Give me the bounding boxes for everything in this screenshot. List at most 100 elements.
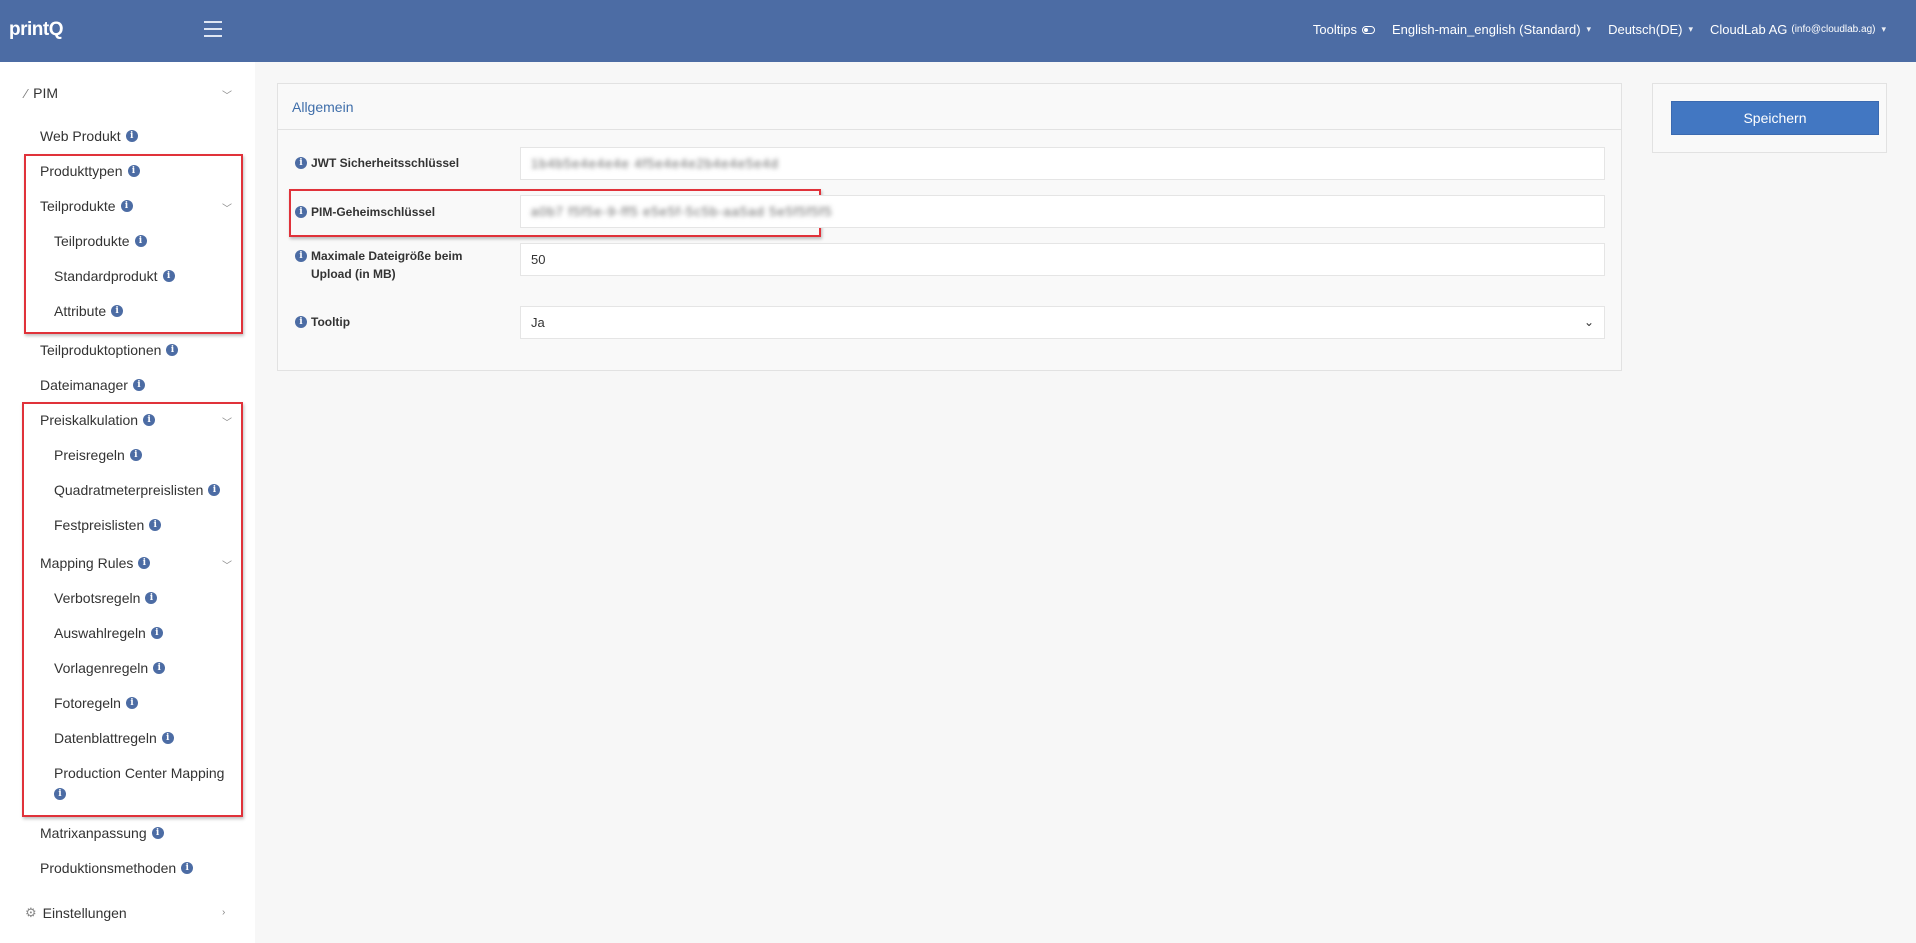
info-icon[interactable]: i [161, 732, 174, 744]
sidebar-item-matrixanpassung[interactable]: Matrixanpassung i [40, 825, 164, 841]
info-icon[interactable]: i [54, 788, 66, 800]
chevron-down-icon[interactable]: ﹀ [222, 557, 232, 572]
sidebar-item-datenblattregeln[interactable]: Datenblattregeln i [54, 730, 174, 746]
caret-down-icon: ▾ [1881, 24, 1886, 34]
sidebar-item-label: Festpreislisten [54, 517, 145, 533]
sidebar-item-auswahlregeln[interactable]: Auswahlregeln i [54, 625, 163, 641]
sidebar-item-mapping-rules[interactable]: Mapping Rules i [40, 555, 151, 571]
sidebar-item-label: Einstellungen [42, 905, 127, 921]
gears-icon: ⚙ [25, 905, 37, 920]
info-icon[interactable]: i [132, 379, 145, 391]
sidebar-item-verbotsregeln[interactable]: Verbotsregeln i [54, 590, 158, 606]
info-icon[interactable]: i [295, 206, 307, 218]
sidebar-item-label: Teilproduktoptionen [40, 342, 162, 358]
sidebar-item-dateimanager[interactable]: Dateimanager i [40, 377, 145, 393]
tooltip-select[interactable]: Ja ⌄ [520, 306, 1605, 339]
pim-secret-label: i PIM-Geheimschlüssel [295, 203, 515, 221]
app-logo[interactable]: printQ [9, 19, 64, 41]
info-icon[interactable]: i [295, 157, 307, 169]
sidebar-item-label: Teilprodukte [40, 198, 116, 214]
tooltips-label: Tooltips [1312, 22, 1357, 37]
sidebar-item-fotoregeln[interactable]: Fotoregeln i [54, 695, 138, 711]
info-icon[interactable]: i [127, 165, 140, 177]
info-icon[interactable]: i [120, 200, 133, 212]
info-icon[interactable]: i [111, 305, 124, 317]
account-email: (info@cloudlab.ag) [1791, 24, 1876, 35]
pim-secret-field[interactable]: a0b7 f5f5e-9-ff5 e5e5f-5c5b-aa5ad 5e5f5f… [520, 195, 1605, 228]
jwt-label: i JWT Sicherheitsschlüssel [295, 154, 515, 172]
account-dropdown[interactable]: CloudLab AG (info@cloudlab.ag) ▾ [1710, 22, 1886, 37]
caret-down-icon: ▾ [1586, 24, 1592, 34]
caret-down-icon: ▾ [1688, 24, 1694, 34]
info-icon[interactable]: i [181, 862, 194, 874]
toggle-switch-icon[interactable] [1361, 25, 1375, 34]
sidebar-item-label: Preiskalkulation [40, 412, 139, 428]
sidebar-item-label: Attribute [54, 303, 107, 319]
language-dropdown[interactable]: English-main_english (Standard) ▾ [1392, 22, 1591, 37]
settings-panel: Allgemein i JWT Sicherheitsschlüssel 1b4… [277, 83, 1622, 371]
info-icon[interactable]: i [166, 344, 179, 356]
sidebar-item-vorlagenregeln[interactable]: Vorlagenregeln i [54, 660, 166, 676]
info-icon[interactable]: i [125, 697, 138, 709]
sidebar-item-quadratmeterpreislisten[interactable]: Quadratmeterpreislisten i [54, 482, 221, 498]
sidebar-item-pim[interactable]: ⁄ PIM [25, 85, 58, 101]
info-icon[interactable]: i [162, 270, 175, 282]
sidebar-item-standardprodukt[interactable]: Standardprodukt i [54, 268, 175, 284]
sidebar-item-einstellungen[interactable]: ⚙ Einstellungen [25, 905, 127, 921]
sidebar-item-label: Produktionsmethoden [40, 860, 177, 876]
info-icon[interactable]: i [138, 557, 151, 569]
sidebar-item-label: Auswahlregeln [54, 625, 146, 641]
top-nav: Tooltips English-main_english (Standard)… [1296, 22, 1886, 37]
info-icon[interactable]: i [150, 627, 163, 639]
info-icon[interactable]: i [149, 519, 162, 531]
save-button[interactable]: Speichern [1671, 101, 1879, 135]
info-icon[interactable]: i [143, 414, 156, 426]
sidebar-item-preiskalkulation[interactable]: Preiskalkulation i [40, 412, 156, 428]
pim-secret-value: a0b7 f5f5e-9-ff5 e5e5f-5c5b-aa5ad 5e5f5f… [531, 204, 833, 219]
sidebar-item-preisregeln[interactable]: Preisregeln i [54, 447, 142, 463]
sidebar-item-label: Quadratmeterpreislisten [54, 482, 204, 498]
sidebar-item-teilproduktoptionen[interactable]: Teilproduktoptionen i [40, 342, 179, 358]
section-title: Allgemein [278, 84, 1621, 130]
sidebar: ⁄ PIM ﹀ Web Produkt i Produkttypen i Tei… [0, 62, 255, 943]
chevron-down-icon[interactable]: ﹀ [222, 200, 232, 215]
sidebar-item-teilprodukte-group[interactable]: Teilprodukte i [40, 198, 133, 214]
sidebar-item-label: Teilprodukte [54, 233, 130, 249]
actions-panel: Speichern [1652, 83, 1887, 153]
sidebar-item-label: Web Produkt [40, 128, 121, 144]
info-icon[interactable]: i [129, 449, 142, 461]
sidebar-item-label: Mapping Rules [40, 555, 134, 571]
sidebar-item-attribute[interactable]: Attribute i [54, 303, 124, 319]
tooltips-toggle[interactable]: Tooltips [1313, 22, 1375, 37]
info-icon[interactable]: i [295, 316, 307, 328]
sidebar-item-label: PIM [33, 85, 59, 101]
sidebar-item-production-center-mapping[interactable]: Production Center Mapping [54, 765, 224, 781]
sidebar-item-produkttypen[interactable]: Produkttypen i [40, 163, 140, 179]
chevron-down-icon[interactable]: ﹀ [222, 414, 232, 429]
sidebar-item-festpreislisten[interactable]: Festpreislisten i [54, 517, 162, 533]
highlight-box [22, 402, 243, 817]
sidebar-item-label: Preisregeln [54, 447, 125, 463]
sidebar-item-label: Datenblattregeln [54, 730, 157, 746]
chevron-down-icon: ⌄ [1583, 315, 1594, 329]
info-icon[interactable]: i [145, 592, 158, 604]
sidebar-item-label: Produkttypen [40, 163, 123, 179]
chevron-down-icon[interactable]: ﹀ [222, 87, 232, 102]
chevron-right-icon[interactable]: › [222, 907, 225, 918]
max-filesize-input[interactable]: 50 [520, 243, 1605, 276]
sidebar-item-web-produkt[interactable]: Web Produkt i [40, 128, 138, 144]
info-icon[interactable]: i [151, 827, 164, 839]
sidebar-item-teilprodukte[interactable]: Teilprodukte i [54, 233, 147, 249]
info-icon[interactable]: i [208, 484, 221, 496]
info-icon[interactable]: i [134, 235, 147, 247]
info-icon[interactable]: i [153, 662, 166, 674]
menu-toggle-icon[interactable] [204, 21, 222, 37]
jwt-field[interactable]: 1b4b5e4e4e4e 4f5e4e4e2b4e4e5e4d [520, 147, 1605, 180]
sidebar-item-label: Production Center Mapping [54, 765, 225, 781]
info-icon[interactable]: i [295, 250, 307, 262]
tooltip-label: i Tooltip [295, 313, 515, 331]
locale-dropdown[interactable]: Deutsch(DE) ▾ [1608, 22, 1693, 37]
info-icon[interactable]: i [125, 130, 138, 142]
language-label: English-main_english (Standard) [1391, 22, 1581, 37]
sidebar-item-produktionsmethoden[interactable]: Produktionsmethoden i [40, 860, 194, 876]
